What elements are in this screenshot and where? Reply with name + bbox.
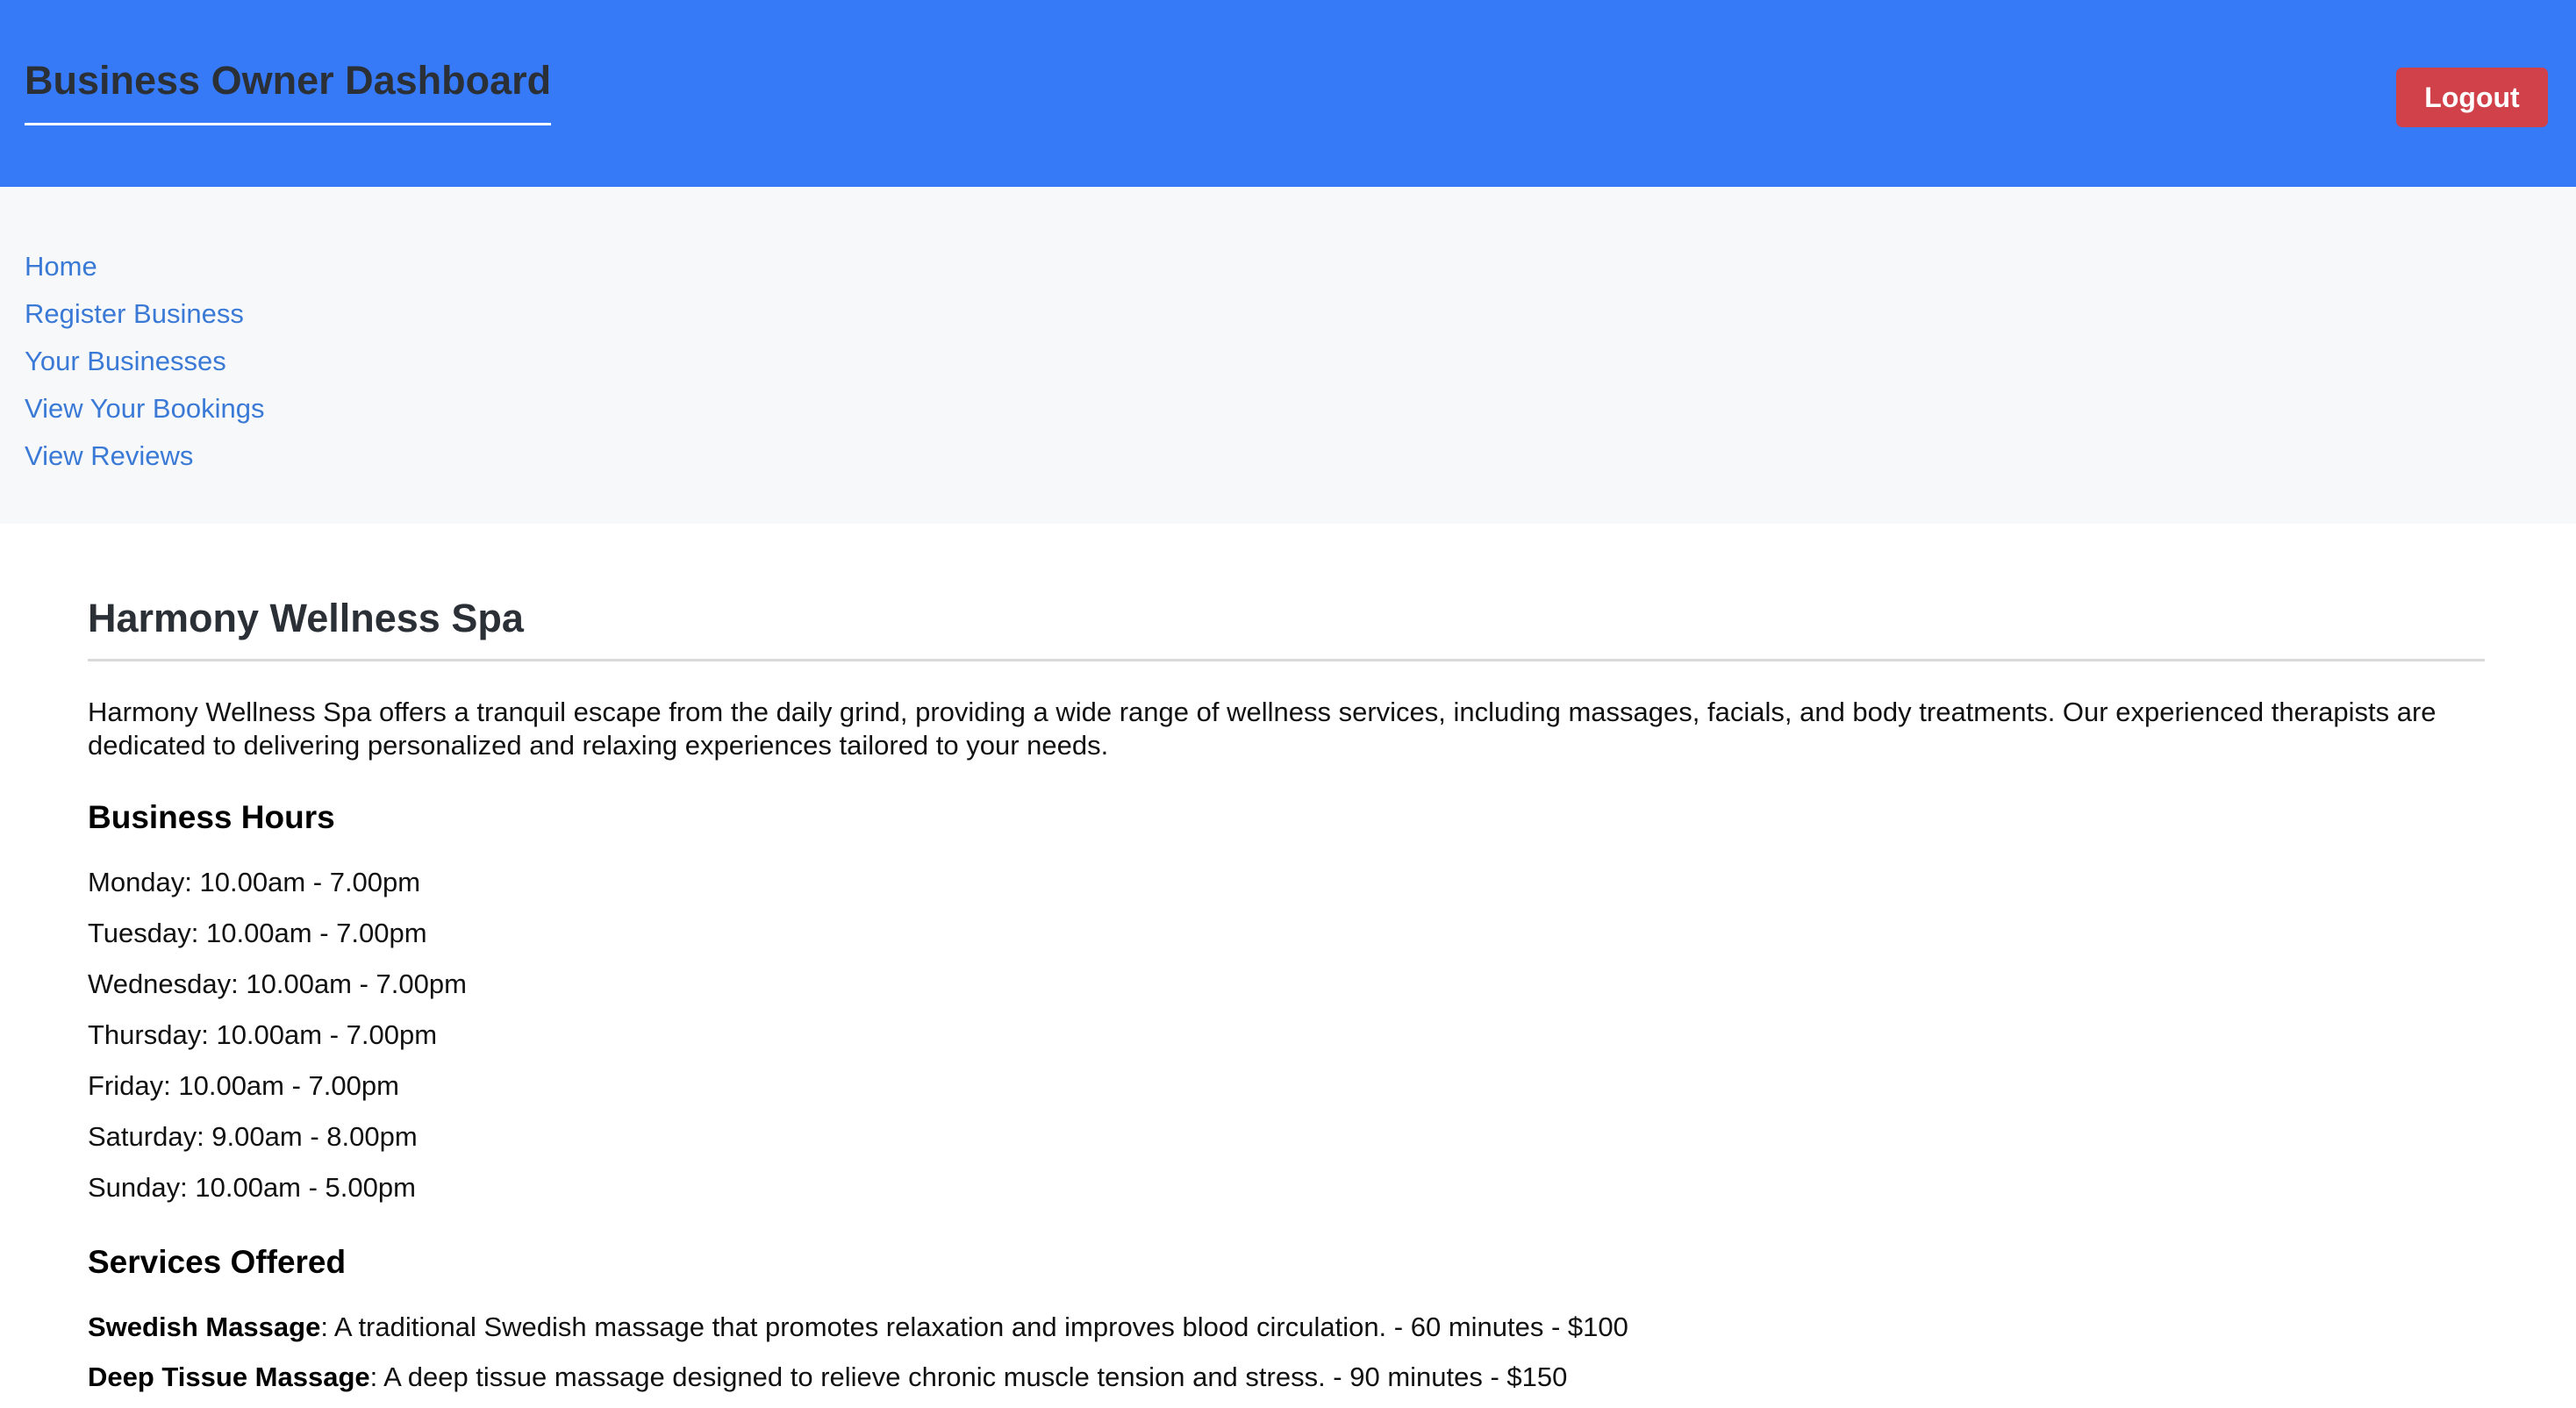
service-detail: : A traditional Swedish massage that pro…: [320, 1312, 1628, 1342]
hours-item-sunday: Sunday: 10.00am - 5.00pm: [88, 1172, 416, 1203]
hours-item-friday: Friday: 10.00am - 7.00pm: [88, 1070, 399, 1101]
nav-link-view-bookings[interactable]: View Your Bookings: [25, 393, 264, 424]
service-detail: : A deep tissue massage designed to reli…: [369, 1362, 1568, 1392]
nav-item-view-reviews: View Reviews: [25, 432, 264, 480]
nav-item-view-bookings: View Your Bookings: [25, 385, 264, 432]
nav-item-register-business: Register Business: [25, 290, 264, 338]
nav-menu: Home Register Business Your Businesses V…: [0, 187, 2576, 524]
service-name: Swedish Massage: [88, 1312, 321, 1342]
hours-item-thursday: Thursday: 10.00am - 7.00pm: [88, 1019, 438, 1050]
services-offered-heading: Services Offered: [88, 1244, 347, 1280]
nav-link-your-businesses[interactable]: Your Businesses: [25, 346, 226, 376]
nav-link-register-business[interactable]: Register Business: [25, 298, 244, 329]
hours-item-tuesday: Tuesday: 10.00am - 7.00pm: [88, 918, 427, 948]
service-name: Deep Tissue Massage: [88, 1362, 370, 1392]
service-item: Swedish Massage: A traditional Swedish m…: [88, 1308, 1628, 1358]
hours-item-monday: Monday: 10.00am - 7.00pm: [88, 867, 421, 897]
nav-link-home[interactable]: Home: [25, 251, 97, 282]
nav-item-your-businesses: Your Businesses: [25, 338, 264, 385]
logout-button[interactable]: Logout: [2396, 68, 2548, 127]
hours-item-saturday: Saturday: 9.00am - 8.00pm: [88, 1121, 418, 1152]
nav-item-home: Home: [25, 243, 264, 290]
service-item: Deep Tissue Massage: A deep tissue massa…: [88, 1358, 1628, 1408]
business-hours-heading: Business Hours: [88, 799, 335, 835]
business-description: Harmony Wellness Spa offers a tranquil e…: [88, 697, 2436, 761]
top-header: Business Owner Dashboard Logout: [0, 0, 2576, 187]
business-hours-list: Monday: 10.00am - 7.00pm Tuesday: 10.00a…: [88, 863, 467, 1219]
nav-list: Home Register Business Your Businesses V…: [25, 243, 264, 480]
hours-item-wednesday: Wednesday: 10.00am - 7.00pm: [88, 968, 467, 999]
nav-link-view-reviews[interactable]: View Reviews: [25, 440, 193, 471]
page-title: Business Owner Dashboard: [25, 54, 552, 125]
business-name: Harmony Wellness Spa: [88, 592, 2485, 661]
